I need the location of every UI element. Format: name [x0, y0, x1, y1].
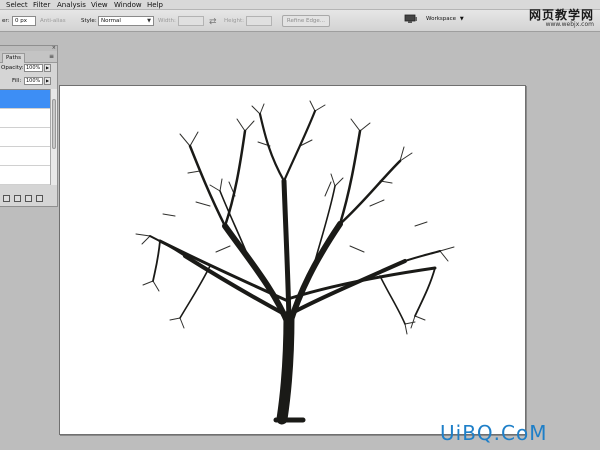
opacity-label: Opacity:: [1, 65, 24, 71]
link-layers-icon[interactable]: [3, 195, 10, 202]
layers-scrollbar[interactable]: [50, 89, 57, 185]
chevron-down-icon: ▼: [147, 18, 151, 24]
height-input[interactable]: [246, 16, 272, 26]
style-label: Style:: [81, 18, 97, 24]
bottom-watermark: UiBQ.CoM: [440, 421, 548, 445]
width-label: Width:: [158, 18, 176, 24]
layer-row[interactable]: [0, 166, 50, 185]
layer-row-selected[interactable]: [0, 90, 50, 109]
layers-panel: × Paths ≡ Opacity: 100% ▶ Fill: 100% ▶: [0, 45, 58, 207]
swap-arrows-icon[interactable]: ⇄: [209, 17, 217, 27]
style-select[interactable]: Normal ▼: [98, 16, 154, 26]
feather-label: er:: [2, 18, 10, 24]
fill-input[interactable]: 100%: [24, 77, 43, 85]
layers-list: [0, 89, 50, 185]
new-group-icon[interactable]: [14, 195, 21, 202]
workspace-label: Workspace: [426, 16, 457, 22]
panel-menu-icon[interactable]: ≡: [49, 54, 55, 60]
new-layer-icon[interactable]: [25, 195, 32, 202]
refine-edge-button[interactable]: Refine Edge...: [282, 15, 330, 27]
layer-row[interactable]: [0, 109, 50, 128]
watermark-title: 网页教学网: [528, 8, 594, 22]
tab-paths[interactable]: Paths: [2, 53, 25, 63]
layer-row[interactable]: [0, 147, 50, 166]
menu-filter[interactable]: Filter: [33, 1, 50, 9]
scroll-thumb[interactable]: [52, 99, 56, 149]
menu-help[interactable]: Help: [147, 1, 163, 9]
menu-view[interactable]: View: [91, 1, 108, 9]
opacity-arrow-icon[interactable]: ▶: [44, 64, 51, 72]
workspace-button[interactable]: Workspace ▼: [426, 13, 476, 25]
site-watermark: 网页教学网 www.webjx.com: [529, 9, 594, 28]
layer-row[interactable]: [0, 128, 50, 147]
panel-footer: [0, 192, 57, 206]
chevron-down-icon: ▼: [459, 16, 464, 22]
menu-bar: Select Filter Analysis View Window Help: [0, 0, 600, 10]
height-label: Height:: [224, 18, 245, 24]
trash-icon[interactable]: [36, 195, 43, 202]
style-value: Normal: [101, 18, 121, 24]
menu-analysis[interactable]: Analysis: [57, 1, 86, 9]
panel-tab-strip: Paths ≡: [0, 51, 57, 63]
fill-label: Fill:: [12, 78, 22, 84]
anti-alias-checkbox[interactable]: Anti-alias: [40, 18, 66, 24]
fill-arrow-icon[interactable]: ▶: [44, 77, 51, 85]
width-input[interactable]: [178, 16, 204, 26]
feather-input[interactable]: 0 px: [12, 16, 36, 26]
menu-select[interactable]: Select: [6, 1, 28, 9]
document-canvas[interactable]: [59, 85, 526, 435]
tree-silhouette: [135, 100, 455, 425]
menu-window[interactable]: Window: [114, 1, 142, 9]
watermark-url: www.webjx.com: [545, 21, 594, 28]
options-bar: er: 0 px Anti-alias Style: Normal ▼ Widt…: [0, 10, 600, 32]
opacity-input[interactable]: 100%: [24, 64, 43, 72]
monitor-icon[interactable]: [404, 14, 418, 24]
